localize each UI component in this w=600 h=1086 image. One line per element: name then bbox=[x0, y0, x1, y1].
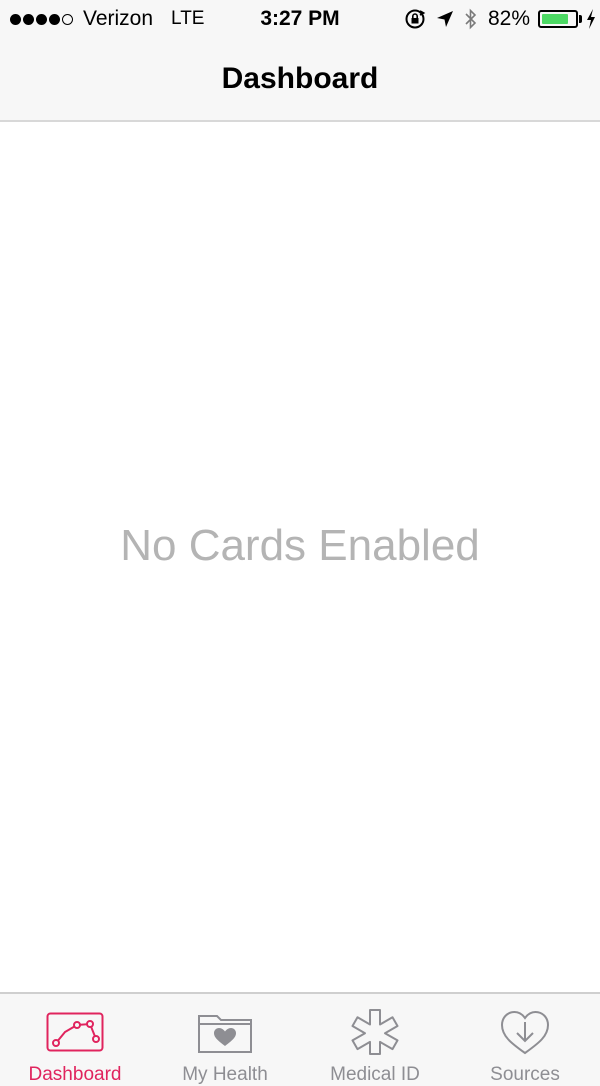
tab-label: Dashboard bbox=[28, 1064, 122, 1085]
tab-bar: Dashboard My Health Medical ID Sources bbox=[0, 992, 600, 1086]
tab-label: Medical ID bbox=[330, 1064, 420, 1085]
chart-line-icon bbox=[46, 1008, 104, 1056]
empty-state-message: No Cards Enabled bbox=[120, 521, 480, 570]
tab-my-health[interactable]: My Health bbox=[150, 994, 300, 1086]
location-arrow-icon bbox=[436, 10, 454, 28]
battery-percent: 82% bbox=[487, 7, 530, 30]
rotation-lock-icon bbox=[404, 8, 426, 30]
battery-cap bbox=[579, 15, 582, 23]
bluetooth-icon bbox=[464, 7, 478, 31]
battery-fill bbox=[542, 14, 569, 24]
charging-bolt-icon bbox=[586, 9, 596, 29]
status-right: 82% bbox=[394, 6, 596, 32]
medical-asterisk-icon bbox=[350, 1008, 400, 1056]
status-bar: Verizon LTE 3:27 PM 82% bbox=[0, 0, 600, 38]
dashboard-content: No Cards Enabled bbox=[0, 122, 600, 992]
page-title: Dashboard bbox=[221, 62, 379, 95]
tab-label: My Health bbox=[182, 1064, 268, 1085]
battery-icon bbox=[538, 10, 578, 28]
navigation-bar: Dashboard bbox=[0, 38, 600, 122]
heart-folder-icon bbox=[197, 1008, 253, 1056]
tab-medical-id[interactable]: Medical ID bbox=[300, 994, 450, 1086]
health-app-screen: Verizon LTE 3:27 PM 82% Dashboard No Car… bbox=[0, 0, 600, 1086]
tab-dashboard[interactable]: Dashboard bbox=[0, 994, 150, 1086]
heart-download-icon bbox=[499, 1008, 551, 1056]
tab-label: Sources bbox=[490, 1064, 560, 1085]
tab-sources[interactable]: Sources bbox=[450, 994, 600, 1086]
